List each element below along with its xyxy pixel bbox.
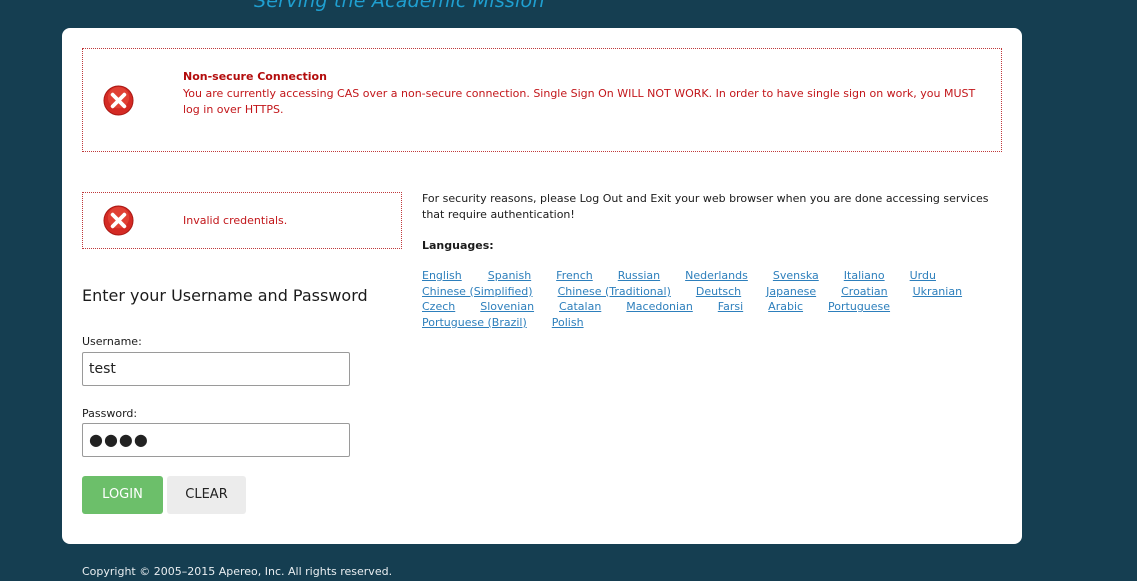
language-link-farsi[interactable]: Farsi (718, 299, 743, 315)
login-button[interactable]: LOGIN (82, 476, 163, 514)
language-link-urdu[interactable]: Urdu (910, 268, 936, 284)
language-link-ukranian[interactable]: Ukranian (913, 284, 962, 300)
tagline: Serving the Academic Mission (254, 0, 545, 12)
languages-title: Languages: (422, 239, 494, 252)
error-x-icon (103, 205, 134, 236)
login-card: Non-secure Connection You are currently … (62, 28, 1022, 544)
language-link-chinese-traditional[interactable]: Chinese (Traditional) (558, 284, 671, 300)
language-row: Portuguese (Brazil) Polish (422, 315, 1002, 331)
username-label: Username: (82, 335, 142, 348)
security-notice: For security reasons, please Log Out and… (422, 192, 989, 221)
language-link-polish[interactable]: Polish (552, 315, 584, 331)
language-link-spanish[interactable]: Spanish (488, 268, 531, 284)
language-link-italiano[interactable]: Italiano (844, 268, 885, 284)
error-x-icon (103, 85, 134, 116)
clear-button[interactable]: CLEAR (167, 476, 246, 514)
copyright: Copyright © 2005–2015 Apereo, Inc. All r… (82, 565, 393, 578)
language-row: Chinese (Simplified) Chinese (Traditiona… (422, 284, 1002, 300)
language-link-czech[interactable]: Czech (422, 299, 455, 315)
language-row: Czech Slovenian Catalan Macedonian Farsi… (422, 299, 1002, 315)
alert-message: You are currently accessing CAS over a n… (183, 87, 976, 116)
language-link-catalan[interactable]: Catalan (559, 299, 601, 315)
language-link-deutsch[interactable]: Deutsch (696, 284, 741, 300)
alert-title: Non-secure Connection (183, 70, 327, 83)
language-list: English Spanish French Russian Nederland… (422, 268, 1002, 330)
login-heading: Enter your Username and Password (82, 286, 368, 305)
language-link-svenska[interactable]: Svenska (773, 268, 819, 284)
language-link-chinese-simplified[interactable]: Chinese (Simplified) (422, 284, 533, 300)
language-row: English Spanish French Russian Nederland… (422, 268, 1002, 284)
language-link-nederlands[interactable]: Nederlands (685, 268, 748, 284)
language-link-portuguese-brazil[interactable]: Portuguese (Brazil) (422, 315, 527, 331)
language-link-portuguese[interactable]: Portuguese (828, 299, 890, 315)
language-link-french[interactable]: French (556, 268, 593, 284)
password-label: Password: (82, 407, 138, 420)
alert-message: Invalid credentials. (183, 214, 288, 227)
language-link-slovenian[interactable]: Slovenian (480, 299, 534, 315)
language-link-croatian[interactable]: Croatian (841, 284, 888, 300)
username-input[interactable]: test (82, 352, 350, 386)
language-link-english[interactable]: English (422, 268, 462, 284)
password-input[interactable]: ●●●● (82, 423, 350, 457)
language-link-russian[interactable]: Russian (618, 268, 660, 284)
non-secure-alert: Non-secure Connection You are currently … (82, 48, 1002, 152)
language-link-macedonian[interactable]: Macedonian (626, 299, 693, 315)
language-link-arabic[interactable]: Arabic (768, 299, 803, 315)
language-link-japanese[interactable]: Japanese (766, 284, 816, 300)
invalid-credentials-alert: Invalid credentials. (82, 192, 402, 249)
